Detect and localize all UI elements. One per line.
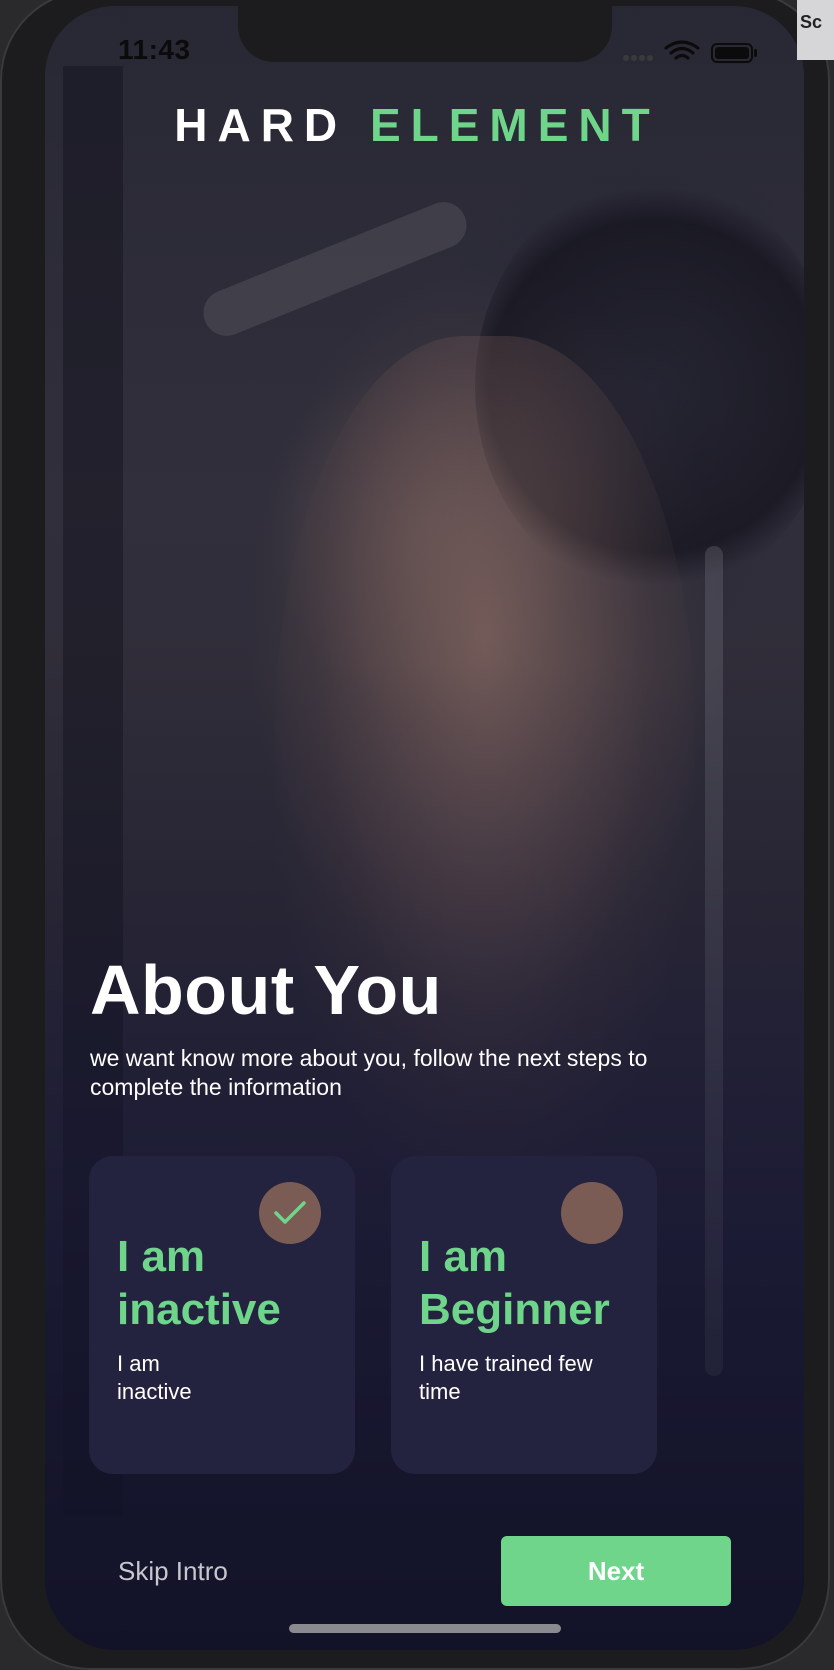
page-title: About You	[90, 951, 442, 1029]
status-bar-time: 11:43	[118, 34, 191, 65]
page-subtitle: we want know more about you, follow the …	[90, 1045, 648, 1100]
brand-logo-part2: ELEMENT	[369, 99, 660, 151]
option-card-inactive[interactable]: I am inactive I am inactive	[89, 1156, 355, 1474]
home-indicator[interactable]	[289, 1624, 561, 1633]
signal-dots-icon	[623, 55, 653, 61]
brand-logo: HARD ELEMENT	[0, 98, 834, 152]
option-card-title: I am inactive	[117, 1232, 281, 1334]
battery-icon	[711, 43, 757, 63]
device-notch	[238, 0, 612, 62]
device-frame: 11:43 HARD ELEMENT About You we want kno…	[0, 0, 834, 1670]
adjacent-window-edge: Sc	[797, 0, 834, 60]
option-card-title: I am Beginner	[419, 1232, 610, 1334]
next-button[interactable]: Next	[501, 1536, 731, 1606]
wifi-icon	[664, 40, 700, 60]
status-bar-icons	[623, 40, 757, 63]
check-icon	[274, 1201, 306, 1224]
brand-logo-part1: HARD	[174, 99, 348, 151]
option-card-description: I am inactive	[117, 1351, 192, 1404]
option-card-beginner[interactable]: I am Beginner I have trained few time	[391, 1156, 657, 1474]
skip-intro-button[interactable]: Skip Intro	[118, 1556, 228, 1587]
option-card-description: I have trained few time	[419, 1351, 593, 1404]
